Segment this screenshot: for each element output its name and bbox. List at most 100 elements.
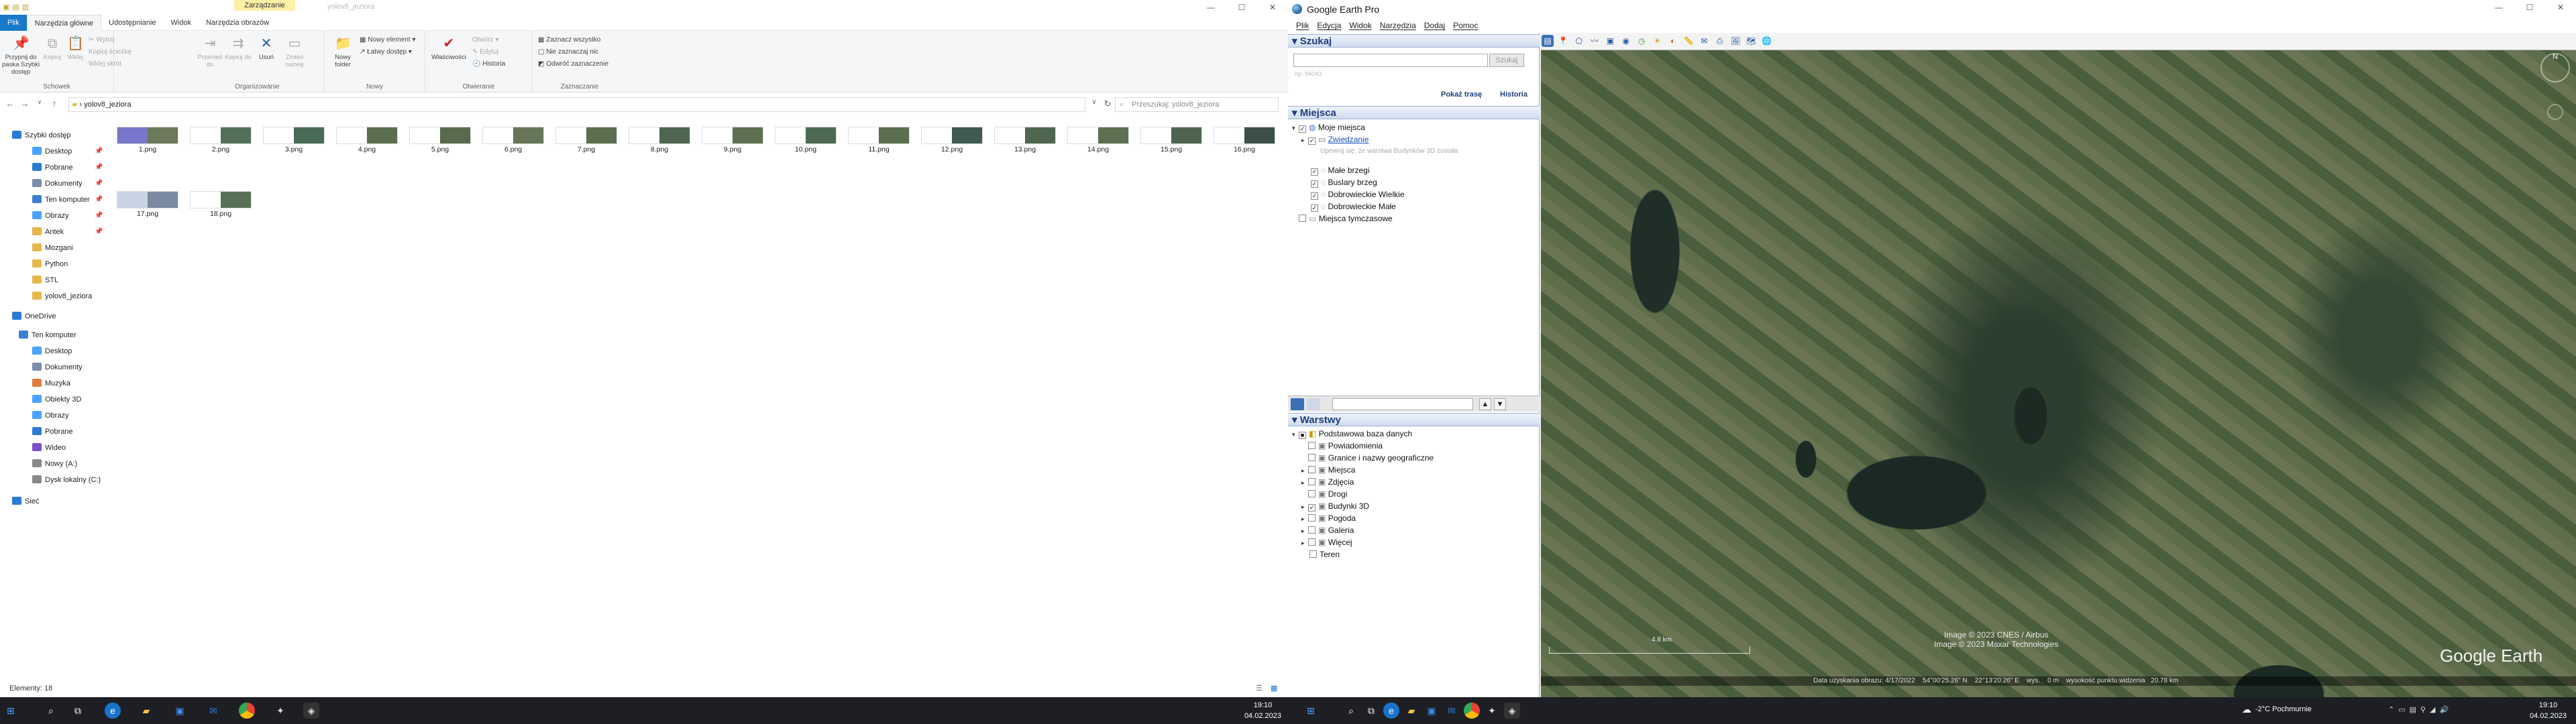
paste-button[interactable]: 📋 Wklej — [62, 35, 89, 61]
back-arrow-icon[interactable]: ← — [3, 99, 17, 109]
nav-item[interactable]: Szybki dostęp — [12, 128, 70, 143]
address-dropdown-icon[interactable]: ∨ — [1087, 99, 1102, 106]
tab-home[interactable]: Narzędzia główne — [26, 14, 102, 31]
nav-item[interactable]: Desktop 📌 — [32, 144, 103, 159]
layer-item[interactable]: ▸ ▣ Zdjęcia — [1301, 476, 1354, 488]
delete-button[interactable]: ✕ Usuń — [251, 35, 282, 61]
search-icon[interactable]: ⌕ — [43, 703, 59, 719]
quick-access-toolbar[interactable]: ▣▤▥ — [3, 3, 32, 11]
file-item[interactable]: 5.png — [407, 123, 474, 159]
menu-view[interactable]: Widok — [1349, 18, 1371, 33]
tab-file[interactable]: Plik — [0, 14, 27, 31]
place-item[interactable]: ✓ ◌ Dobrowieckie Wielkie — [1311, 188, 1405, 200]
history-link[interactable]: Historia — [1500, 90, 1527, 99]
path-icon[interactable]: 〰 — [1589, 35, 1601, 47]
edge-icon[interactable]: e — [1383, 703, 1399, 719]
file-item[interactable]: 2.png — [187, 123, 254, 159]
layer-item[interactable]: ▸ ▣ Miejsca — [1301, 464, 1355, 476]
record-tour-icon[interactable]: ◉ — [1620, 35, 1632, 47]
app-icon-2[interactable]: ◈ — [303, 703, 319, 719]
layer-item[interactable]: ▣ Drogi — [1301, 488, 1347, 500]
file-item[interactable]: 16.png — [1211, 123, 1278, 159]
open-button[interactable]: Otwórz ▾ — [472, 35, 498, 46]
nav-item[interactable]: Obrazy — [32, 408, 68, 423]
pin-button[interactable]: 📌 Przypnij do paska Szybki dostęp — [1, 35, 40, 76]
store-icon[interactable]: ▣ — [1424, 703, 1440, 719]
mail-icon[interactable]: ✉ — [205, 703, 221, 719]
place-item[interactable]: ✓ ◌ Małe brzegi — [1311, 164, 1370, 176]
menu-tools[interactable]: Narzędzia — [1380, 18, 1416, 33]
nav-item[interactable]: Antek 📌 — [32, 225, 103, 239]
search-icon[interactable]: ⌕ — [1343, 703, 1359, 719]
file-item[interactable]: 1.png — [114, 123, 181, 159]
new-folder-button[interactable]: 📁 Nowy folder — [327, 35, 358, 68]
search-places-icon[interactable] — [1291, 398, 1304, 410]
move-to-button[interactable]: ⇥ Przenieś do — [195, 35, 225, 68]
minimize-button[interactable]: — — [1195, 0, 1226, 15]
file-explorer-icon[interactable]: ▰ — [1403, 703, 1419, 719]
look-control-icon[interactable] — [2547, 104, 2563, 120]
close-button[interactable]: ✕ — [2545, 0, 2576, 18]
nav-item[interactable]: Python — [32, 257, 68, 272]
nav-item[interactable]: Obiekty 3D — [32, 392, 81, 407]
layer-item[interactable]: ▸ ▣ Pogoda — [1301, 512, 1356, 524]
toggle-panel-icon[interactable] — [1307, 398, 1320, 410]
thumbnails-view-icon[interactable]: ▦ — [1271, 680, 1277, 697]
place-item[interactable]: ✓ ◌ Dobrowieckie Małe — [1311, 200, 1396, 213]
history-button[interactable]: 🕘 Historia — [472, 59, 505, 70]
nav-item[interactable]: Obrazy 📌 — [32, 208, 103, 223]
move-down-icon[interactable]: ▼ — [1494, 398, 1506, 410]
planets-icon[interactable]: ◐ — [1667, 35, 1679, 47]
tab-share[interactable]: Udostępnianie — [101, 15, 163, 31]
ruler-icon[interactable]: 📏 — [1682, 35, 1695, 47]
save-image-icon[interactable]: 🖼 — [1729, 35, 1741, 47]
layer-item[interactable]: ▸ ✓ ▣ Budynki 3D — [1301, 500, 1369, 512]
clock-left[interactable]: 19:10 04.02.2023 — [1244, 700, 1281, 721]
nav-item[interactable]: Dokumenty — [32, 360, 83, 375]
layer-item[interactable]: ▣ Granice i nazwy geograficzne — [1301, 452, 1434, 464]
my-places[interactable]: ▾ ✓ ◍ Moje miejsca — [1292, 121, 1365, 133]
overlay-icon[interactable]: ▣ — [1604, 35, 1616, 47]
nav-item[interactable]: yolov8_jeziora — [32, 289, 92, 304]
copy-to-button[interactable]: ⇉ Kopiuj do — [223, 35, 254, 61]
details-view-icon[interactable]: ☰ — [1256, 680, 1263, 697]
edge-icon[interactable]: e — [105, 703, 121, 719]
task-view-icon[interactable]: ⧉ — [1363, 703, 1379, 719]
nav-item[interactable]: Mozgani — [32, 241, 73, 255]
up-arrow-icon[interactable]: ↑ — [47, 99, 62, 109]
app-icon-2[interactable]: ◈ — [1504, 703, 1520, 719]
place-item[interactable]: ✓ ◌ Buslary brzeg — [1311, 176, 1377, 188]
select-none-button[interactable]: ▢ Nie zaznaczaj nic — [538, 47, 598, 58]
earth-search-button[interactable]: Szukaj — [1489, 54, 1524, 67]
nav-item[interactable]: Dysk lokalny (C:) — [32, 473, 101, 487]
store-icon[interactable]: ▣ — [172, 703, 188, 719]
weather-cloud-icon[interactable]: ☁ — [2242, 704, 2251, 715]
context-tab-manage[interactable]: Zarządzanie — [234, 0, 295, 11]
nav-item[interactable]: Pobrane — [32, 424, 73, 439]
layers-panel-header[interactable]: ▾ Warstwy — [1288, 413, 1540, 426]
earth-search-input[interactable] — [1293, 54, 1488, 67]
select-all-button[interactable]: ▦ Zaznacz wszystko — [538, 35, 600, 46]
weather-text[interactable]: -2°C Pochmurnie — [2255, 705, 2312, 713]
file-item[interactable]: 7.png — [553, 123, 620, 159]
placemark-icon[interactable]: 📍 — [1557, 35, 1569, 47]
nav-item[interactable]: Desktop — [32, 344, 72, 359]
nav-item[interactable]: Muzyka — [32, 376, 70, 391]
sidebar-toggle-icon[interactable]: ▤ — [1542, 35, 1554, 47]
tab-picture-tools[interactable]: Narzędzia obrazów — [199, 15, 276, 31]
file-item[interactable]: 9.png — [699, 123, 766, 159]
rename-button[interactable]: ▭ Zmień nazwę — [279, 35, 310, 68]
move-up-icon[interactable]: ▲ — [1479, 398, 1491, 410]
email-icon[interactable]: ✉ — [1698, 35, 1710, 47]
file-item[interactable]: 13.png — [991, 123, 1059, 159]
layer-item[interactable]: ▣ Powiadomienia — [1301, 440, 1383, 452]
file-item[interactable]: 15.png — [1138, 123, 1205, 159]
nav-item[interactable]: Wideo — [32, 440, 66, 455]
new-item-button[interactable]: ▦ Nowy element ▾ — [360, 35, 415, 46]
file-item[interactable]: 18.png — [187, 187, 254, 223]
properties-button[interactable]: ✔ Właściwości — [429, 35, 468, 61]
menu-file[interactable]: Plik — [1296, 18, 1309, 33]
nav-item[interactable]: Ten komputer 📌 — [32, 192, 103, 207]
historical-imagery-icon[interactable]: ◷ — [1635, 35, 1648, 47]
earth-gallery-icon[interactable]: 🌐 — [1761, 35, 1773, 47]
